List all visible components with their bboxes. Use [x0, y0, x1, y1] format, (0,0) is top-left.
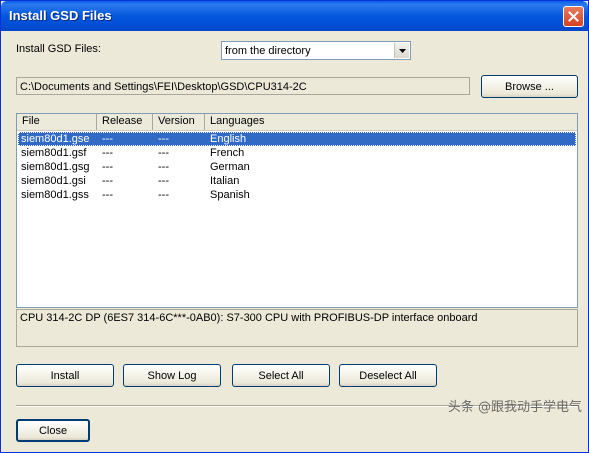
- show-log-button[interactable]: Show Log: [123, 364, 221, 387]
- cell-language: French: [210, 147, 245, 159]
- close-window-button[interactable]: [563, 6, 584, 27]
- install-source-value: from the directory: [225, 45, 311, 57]
- install-button[interactable]: Install: [16, 364, 114, 387]
- close-icon: [568, 11, 579, 22]
- chevron-down-icon[interactable]: [394, 43, 409, 58]
- column-header-file[interactable]: File: [17, 114, 97, 130]
- table-row[interactable]: siem80d1.gse --- --- English: [18, 132, 576, 146]
- column-header-languages[interactable]: Languages: [205, 114, 577, 130]
- table-row[interactable]: siem80d1.gsi --- --- Italian: [18, 174, 576, 188]
- cell-file: siem80d1.gsi: [21, 175, 86, 187]
- cell-version: ---: [158, 189, 169, 201]
- install-source-dropdown[interactable]: from the directory: [221, 41, 411, 60]
- browse-button[interactable]: Browse ...: [481, 75, 578, 98]
- cell-file: siem80d1.gsg: [21, 161, 90, 173]
- cell-release: ---: [102, 133, 113, 145]
- cell-version: ---: [158, 133, 169, 145]
- column-header-version[interactable]: Version: [153, 114, 205, 130]
- watermark-text: 头条 @跟我动手学电气: [447, 400, 582, 415]
- cell-version: ---: [158, 175, 169, 187]
- cell-release: ---: [102, 161, 113, 173]
- cell-release: ---: [102, 189, 113, 201]
- table-row[interactable]: siem80d1.gsg --- --- German: [18, 160, 576, 174]
- cell-release: ---: [102, 175, 113, 187]
- path-display: C:\Documents and Settings\FEI\Desktop\GS…: [16, 77, 470, 95]
- description-panel: CPU 314-2C DP (6ES7 314-6C***-0AB0): S7-…: [16, 309, 578, 347]
- install-gsd-dialog: Install GSD Files Install GSD Files: fro…: [0, 0, 589, 453]
- cell-version: ---: [158, 147, 169, 159]
- cell-language: German: [210, 161, 250, 173]
- cell-language: Italian: [210, 175, 240, 187]
- dialog-body: Install GSD Files: from the directory C:…: [4, 31, 585, 450]
- path-text: C:\Documents and Settings\FEI\Desktop\GS…: [20, 81, 307, 93]
- cell-file: siem80d1.gsf: [21, 147, 87, 159]
- cell-file: siem80d1.gse: [21, 133, 90, 145]
- cell-language: Spanish: [210, 189, 250, 201]
- table-row[interactable]: siem80d1.gsf --- --- French: [18, 146, 576, 160]
- cell-version: ---: [158, 161, 169, 173]
- column-header-release[interactable]: Release: [97, 114, 153, 130]
- window-title: Install GSD Files: [9, 8, 112, 23]
- deselect-all-button[interactable]: Deselect All: [339, 364, 437, 387]
- select-all-button[interactable]: Select All: [232, 364, 330, 387]
- table-row[interactable]: siem80d1.gss --- --- Spanish: [18, 188, 576, 202]
- close-button[interactable]: Close: [16, 419, 90, 442]
- install-from-label: Install GSD Files:: [16, 43, 101, 55]
- description-text: CPU 314-2C DP (6ES7 314-6C***-0AB0): S7-…: [20, 312, 478, 324]
- gsd-file-list[interactable]: File Release Version Languages siem80d1.…: [16, 113, 578, 308]
- title-bar[interactable]: Install GSD Files: [1, 1, 588, 31]
- cell-release: ---: [102, 147, 113, 159]
- list-header: File Release Version Languages: [17, 114, 577, 131]
- cell-language: English: [210, 133, 247, 145]
- cell-file: siem80d1.gss: [21, 189, 89, 201]
